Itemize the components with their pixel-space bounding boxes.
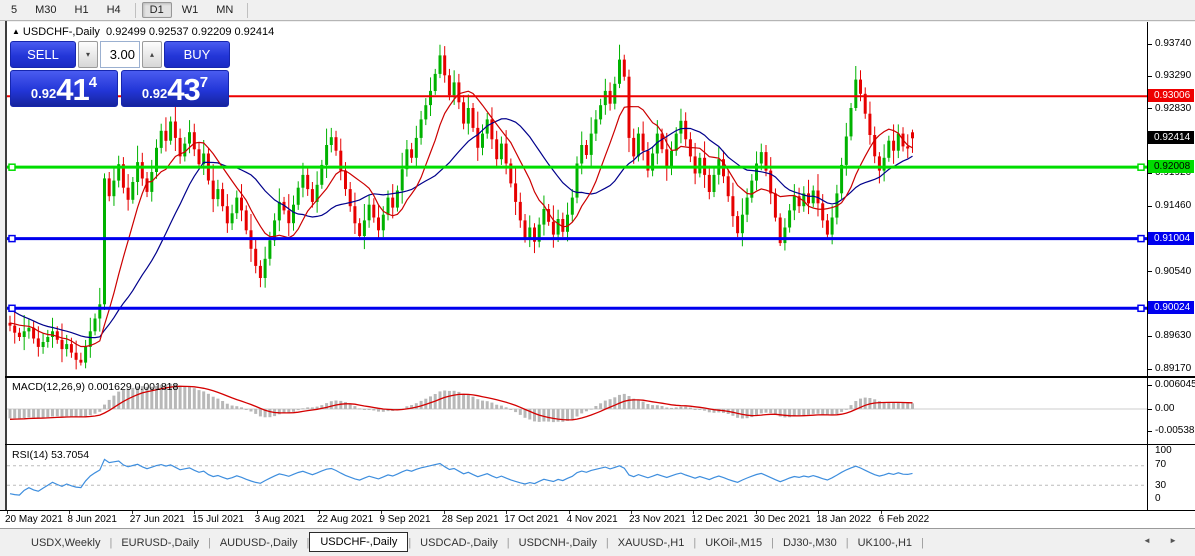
sell-price-sup: 4 <box>89 74 97 91</box>
chart-title: ▲USDCHF-,Daily 0.92499 0.92537 0.92209 0… <box>12 26 274 38</box>
toolbar-separator <box>247 3 248 18</box>
macd-label: MACD(12,26,9) 0.001629 0.001818 <box>12 381 178 393</box>
macd-tick-label: 0.006045 <box>1155 379 1195 390</box>
tab-uk100-h1[interactable]: UK100-,H1 <box>849 534 921 552</box>
toolbar-separator <box>135 3 136 18</box>
price-tick-label: 0.93740 <box>1155 38 1191 49</box>
sell-button[interactable]: SELL <box>10 41 76 68</box>
chart-ohlc-values: 0.92499 0.92537 0.92209 0.92414 <box>106 26 274 38</box>
tab-xauusd-h1[interactable]: XAUUSD-,H1 <box>609 534 694 552</box>
buy-price-display[interactable]: 0.92437 <box>121 70 229 107</box>
buy-price-big: 43 <box>167 74 199 105</box>
tab-usdcnh-daily[interactable]: USDCNH-,Daily <box>510 534 606 552</box>
up-arrow-icon: ▴ <box>150 50 154 59</box>
last-price-label: 0.92414 <box>1148 131 1194 144</box>
macd-tick-mark <box>1148 409 1152 410</box>
tab-usdcad-daily[interactable]: USDCAD-,Daily <box>411 534 507 552</box>
date-label: 9 Sep 2021 <box>379 514 430 525</box>
timeframe-button-d1[interactable]: D1 <box>142 2 172 18</box>
volume-input[interactable] <box>100 41 140 68</box>
price-tick-mark <box>1148 336 1152 337</box>
price-tick-label: 0.91460 <box>1155 200 1191 211</box>
level-price-label: 0.92008 <box>1148 160 1194 173</box>
chart-symbol-period: USDCHF-,Daily <box>23 26 100 38</box>
buy-price-sup: 7 <box>200 74 208 91</box>
volume-decrease-button[interactable]: ▾ <box>78 41 98 68</box>
macd-tick-label: -0.005383 <box>1155 425 1195 436</box>
sell-price-big: 41 <box>56 74 88 105</box>
date-label: 17 Oct 2021 <box>504 514 558 525</box>
level-price-label: 0.90024 <box>1148 301 1194 314</box>
rsi-tick-label: 100 <box>1155 445 1172 456</box>
price-tick-mark <box>1148 369 1152 370</box>
date-label: 30 Dec 2021 <box>754 514 811 525</box>
tab-eurusd-daily[interactable]: EURUSD-,Daily <box>112 534 208 552</box>
timeframe-button-h1[interactable]: H1 <box>67 2 97 18</box>
tab-usdx-weekly[interactable]: USDX,Weekly <box>22 534 109 552</box>
level-price-label: 0.93006 <box>1148 89 1194 102</box>
sell-price-prefix: 0.92 <box>31 86 56 101</box>
date-label: 23 Nov 2021 <box>629 514 686 525</box>
buy-button[interactable]: BUY <box>164 41 230 68</box>
date-label: 20 May 2021 <box>5 514 63 525</box>
price-tick-label: 0.89170 <box>1155 363 1191 374</box>
timeframe-button-h4[interactable]: H4 <box>99 2 129 18</box>
sell-price-display[interactable]: 0.92414 <box>10 70 118 107</box>
price-tick-label: 0.93290 <box>1155 70 1191 81</box>
price-tick-label: 0.89630 <box>1155 330 1191 341</box>
date-label: 4 Nov 2021 <box>567 514 618 525</box>
macd-tick-label: 0.00 <box>1155 403 1174 414</box>
date-label: 22 Aug 2021 <box>317 514 373 525</box>
tab-ukoil-m15[interactable]: UKOil-,M15 <box>696 534 771 552</box>
price-macd-divider[interactable] <box>5 376 1195 378</box>
chart-tab-bar: USDX,Weekly|EURUSD-,Daily|AUDUSD-,Daily|… <box>0 529 1195 556</box>
rsi-indicator-chart[interactable] <box>7 446 1147 510</box>
price-tick-label: 0.90540 <box>1155 266 1191 277</box>
date-label: 3 Aug 2021 <box>255 514 306 525</box>
timeframe-button-5[interactable]: 5 <box>3 2 25 18</box>
one-click-trading-panel: SELL ▾ ▴ BUY 0.92414 0.92437 <box>10 41 232 107</box>
buy-price-prefix: 0.92 <box>142 86 167 101</box>
tab-dj30-m30[interactable]: DJ30-,M30 <box>774 534 846 552</box>
macd-tick-mark <box>1148 431 1152 432</box>
timeframe-button-m30[interactable]: M30 <box>27 2 64 18</box>
price-tick-mark <box>1148 108 1152 109</box>
price-tick-mark <box>1148 271 1152 272</box>
price-tick-mark <box>1148 76 1152 77</box>
volume-increase-button[interactable]: ▴ <box>142 41 162 68</box>
price-tick-mark <box>1148 206 1152 207</box>
price-tick-label: 0.92830 <box>1155 103 1191 114</box>
rsi-tick-label: 30 <box>1155 480 1166 491</box>
date-axis[interactable]: 20 May 2021 8 Jun 2021 27 Jun 2021 15 Jul 2… <box>0 511 1195 528</box>
date-label: 12 Dec 2021 <box>691 514 748 525</box>
date-label: 15 Jul 2021 <box>192 514 244 525</box>
tab-usdchf-daily[interactable]: USDCHF-,Daily <box>309 532 408 552</box>
price-tick-mark <box>1148 44 1152 45</box>
timeframe-button-mn[interactable]: MN <box>208 2 241 18</box>
tab-audusd-daily[interactable]: AUDUSD-,Daily <box>211 534 307 552</box>
rsi-label: RSI(14) 53.7054 <box>12 449 89 461</box>
collapse-icon[interactable]: ▲ <box>12 27 20 36</box>
tab-scroll-arrows[interactable]: ◄ ► <box>1143 536 1185 545</box>
macd-rsi-divider[interactable] <box>5 444 1195 445</box>
date-label: 6 Feb 2022 <box>879 514 930 525</box>
date-label: 18 Jan 2022 <box>816 514 871 525</box>
date-label: 28 Sep 2021 <box>442 514 499 525</box>
date-label: 27 Jun 2021 <box>130 514 185 525</box>
macd-tick-mark <box>1148 385 1152 386</box>
rsi-tick-label: 70 <box>1155 459 1166 470</box>
timeframe-button-w1[interactable]: W1 <box>174 2 207 18</box>
date-label: 8 Jun 2021 <box>67 514 117 525</box>
level-price-label: 0.91004 <box>1148 232 1194 245</box>
timeframe-toolbar: 5M30H1H4 D1W1MN <box>0 0 1195 21</box>
tab-separator: | <box>921 537 924 549</box>
rsi-tick-label: 0 <box>1155 493 1161 504</box>
price-axis[interactable]: 0.937400.932900.928300.919200.914600.905… <box>1148 22 1195 510</box>
down-arrow-icon: ▾ <box>86 50 90 59</box>
